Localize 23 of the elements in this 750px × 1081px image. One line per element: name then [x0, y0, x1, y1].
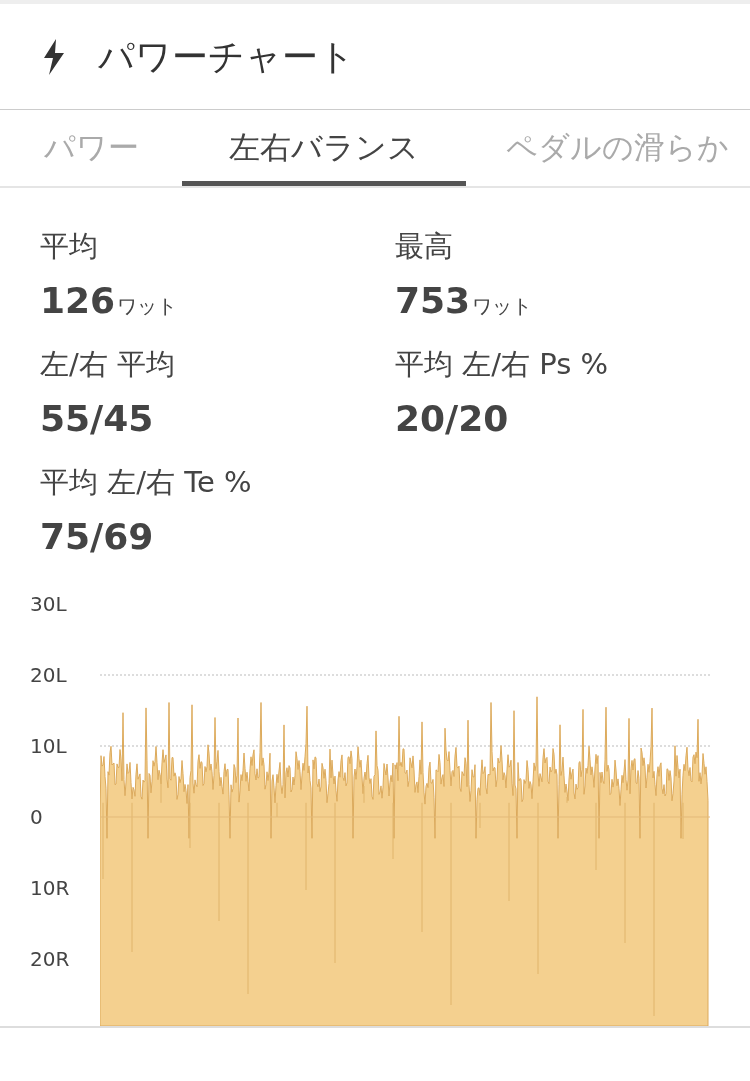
axis-label: 20L [30, 661, 67, 689]
stat-label: 平均 左/右 Ps % [395, 346, 610, 383]
axis-label: 0 [30, 803, 43, 831]
stat-value: 126 [40, 280, 116, 322]
unit-label: ワット [117, 293, 178, 320]
stat-label: 平均 左/右 Te % [40, 464, 253, 501]
axis-label: 30L [30, 590, 67, 618]
stat-value: 20/20 [395, 398, 509, 440]
tab[interactable]: ペダルの滑らか [466, 110, 729, 186]
stat-value: 753 [395, 280, 471, 322]
stat-value: 55/45 [40, 398, 154, 440]
unit-label: ワット [472, 293, 533, 320]
stat-value: 75/69 [40, 516, 154, 558]
lightning-icon [42, 38, 66, 75]
axis-label: 10R [30, 874, 70, 902]
axis-label: 20R [30, 945, 70, 973]
page-title: パワーチャート [98, 34, 355, 79]
tab[interactable]: 左右バランス [182, 110, 466, 186]
tab[interactable]: パワー [0, 110, 182, 186]
stat-label: 平均 [40, 228, 99, 265]
axis-label: 10L [30, 732, 67, 760]
stat-label: 最高 [395, 228, 454, 265]
stat-label: 左/右 平均 [40, 346, 176, 383]
